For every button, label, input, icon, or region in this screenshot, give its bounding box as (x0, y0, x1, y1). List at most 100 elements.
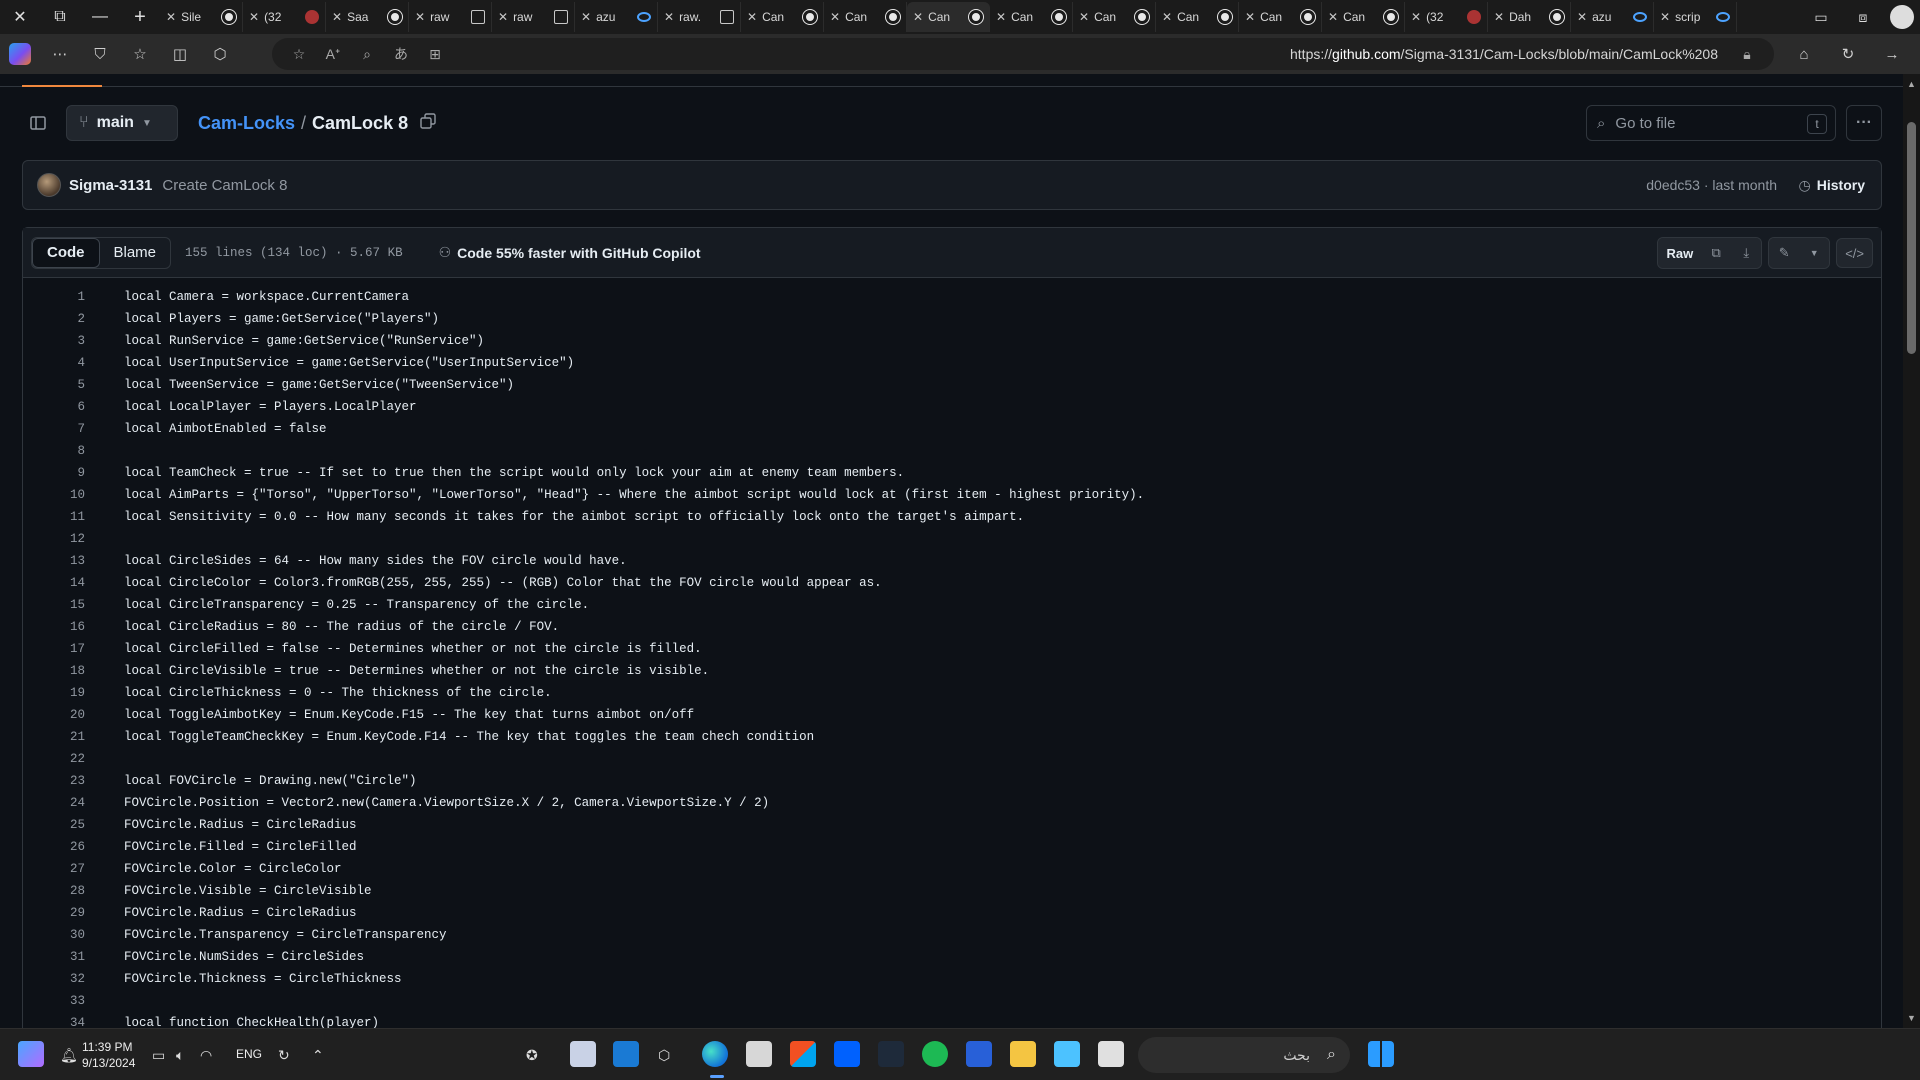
app-available-icon[interactable]: ⊞ (418, 38, 452, 70)
line-number[interactable]: 8 (23, 444, 85, 458)
commit-meta[interactable]: d0edc53 · last month (1646, 177, 1777, 193)
dropbox-app-icon[interactable] (834, 1041, 860, 1067)
app-icon[interactable] (613, 1041, 639, 1067)
close-tab-icon[interactable]: ✕ (830, 10, 840, 24)
minimize-tabs-icon[interactable]: — (80, 0, 120, 34)
browser-tab[interactable]: ✕ Sile (160, 2, 243, 32)
close-tab-icon[interactable]: ✕ (996, 10, 1006, 24)
forward-icon[interactable]: → (1872, 34, 1912, 74)
line-number[interactable]: 4 (23, 356, 85, 370)
edge-app-icon[interactable] (702, 1041, 728, 1067)
tab-blame[interactable]: Blame (100, 238, 171, 268)
line-number[interactable]: 25 (23, 818, 85, 832)
line-number[interactable]: 5 (23, 378, 85, 392)
close-tab-icon[interactable]: ✕ (1245, 10, 1255, 24)
lock-icon[interactable]: 🔒︎ (1730, 38, 1764, 70)
store-app-icon[interactable] (790, 1041, 816, 1067)
edit-pencil-icon[interactable]: ✎ (1769, 238, 1800, 268)
close-tab-icon[interactable]: ✕ (664, 10, 674, 24)
chevron-down-icon[interactable]: ▼ (1799, 238, 1830, 268)
commit-message[interactable]: Create CamLock 8 (162, 177, 287, 194)
line-number[interactable]: 21 (23, 730, 85, 744)
favorite-star-icon[interactable]: ☆ (282, 38, 316, 70)
volume-icon[interactable]: 🔈︎ (176, 1041, 184, 1069)
scroll-up-icon[interactable]: ▲ (1907, 80, 1916, 89)
browser-tab[interactable]: ✕ azu (1571, 2, 1654, 32)
line-number[interactable]: 28 (23, 884, 85, 898)
line-number[interactable]: 32 (23, 972, 85, 986)
close-tab-icon[interactable]: ✕ (1660, 10, 1670, 24)
close-tab-icon[interactable]: ✕ (332, 10, 342, 24)
author-avatar[interactable] (37, 173, 61, 197)
close-tab-icon[interactable]: ✕ (249, 10, 259, 24)
url-text[interactable]: https://github.com/Sigma-3131/Cam-Locks/… (1290, 46, 1718, 62)
close-tab-icon[interactable]: ✕ (913, 10, 923, 24)
browser-tab[interactable]: ✕ Dah (1488, 2, 1571, 32)
home-icon[interactable]: ⌂ (1784, 34, 1824, 74)
task-view-app-icon[interactable] (1098, 1041, 1124, 1067)
line-number[interactable]: 29 (23, 906, 85, 920)
code-view[interactable]: 1 local Camera = workspace.CurrentCamera 2… (23, 286, 1881, 1028)
line-number[interactable]: 7 (23, 422, 85, 436)
go-to-file-input[interactable]: ⌕ Go to file t (1586, 105, 1836, 141)
close-tab-icon[interactable]: ✕ (415, 10, 425, 24)
extensions-icon[interactable]: ⬡ (200, 34, 240, 74)
line-number[interactable]: 9 (23, 466, 85, 480)
close-tab-icon[interactable]: ✕ (498, 10, 508, 24)
line-number[interactable]: 16 (23, 620, 85, 634)
copilot-promo[interactable]: ⚇ Code 55% faster with GitHub Copilot (439, 244, 701, 261)
raw-button[interactable]: Raw (1658, 238, 1702, 268)
line-number[interactable]: 6 (23, 400, 85, 414)
3d-viewer-icon[interactable]: ⬡ (658, 1041, 670, 1069)
input-language[interactable]: ENG (236, 1047, 262, 1061)
breadcrumb-repo-link[interactable]: Cam-Locks (198, 113, 295, 134)
close-tab-icon[interactable]: ✕ (1494, 10, 1504, 24)
browser-tab[interactable]: ✕ scrip (1654, 2, 1737, 32)
file-explorer-app-icon[interactable] (1010, 1041, 1036, 1067)
refresh-icon[interactable]: ↻ (1828, 34, 1868, 74)
line-number[interactable]: 33 (23, 994, 85, 1008)
browser-tab[interactable]: ✕ Saa (326, 2, 409, 32)
show-hidden-icons-chevron[interactable]: ⌃ (312, 1041, 324, 1069)
close-tab-icon[interactable]: ✕ (1328, 10, 1338, 24)
close-tab-icon[interactable]: ✕ (1577, 10, 1587, 24)
close-window-icon[interactable]: ✕ (0, 0, 40, 34)
update-icon[interactable]: ↻ (278, 1041, 290, 1069)
page-scrollbar[interactable]: ▲ ▼ (1903, 74, 1920, 1028)
line-number[interactable]: 2 (23, 312, 85, 326)
spotify-app-icon[interactable] (922, 1041, 948, 1067)
close-tab-icon[interactable]: ✕ (747, 10, 757, 24)
close-tab-icon[interactable]: ✕ (581, 10, 591, 24)
translate-icon[interactable]: あ (384, 38, 418, 70)
line-number[interactable]: 14 (23, 576, 85, 590)
scroll-down-icon[interactable]: ▼ (1907, 1014, 1916, 1023)
tab-actions-icon[interactable]: ▭ (1800, 0, 1842, 34)
start-button-icon[interactable] (1368, 1041, 1394, 1067)
browser-tab[interactable]: ✕ Can (1322, 2, 1405, 32)
new-tab-button[interactable]: + (120, 0, 160, 34)
close-tab-icon[interactable]: ✕ (1162, 10, 1172, 24)
widgets-icon[interactable] (18, 1041, 44, 1067)
scroll-thumb[interactable] (1907, 122, 1916, 354)
read-aloud-icon[interactable]: Aᐩ (316, 38, 350, 70)
browser-tab[interactable]: ✕ Can (741, 2, 824, 32)
line-number[interactable]: 12 (23, 532, 85, 546)
browser-tab[interactable]: ✕ Can (1239, 2, 1322, 32)
browser-tab[interactable]: ✕ Can (824, 2, 907, 32)
download-icon[interactable]: ⤓ (1731, 238, 1762, 268)
history-button[interactable]: ◷ History (1799, 177, 1865, 194)
taskbar-search[interactable]: بحث ⌕ (1138, 1037, 1350, 1073)
calculator-app-icon[interactable] (746, 1041, 772, 1067)
security-app-icon[interactable] (966, 1041, 992, 1067)
browser-tab[interactable]: ✕ Can (1073, 2, 1156, 32)
system-clock[interactable]: 11:39 PM 9/13/2024 (82, 1039, 135, 1071)
browser-tab[interactable]: ✕ raw (409, 2, 492, 32)
tab-code[interactable]: Code (32, 237, 100, 268)
shield-icon[interactable]: ⛉ (80, 34, 120, 74)
line-number[interactable]: 11 (23, 510, 85, 524)
profile-avatar[interactable] (1890, 5, 1914, 29)
line-number[interactable]: 22 (23, 752, 85, 766)
split-screen-icon[interactable]: ◫ (160, 34, 200, 74)
browser-tab[interactable]: ✕ Can (907, 2, 990, 32)
notepad-app-icon[interactable] (1054, 1041, 1080, 1067)
